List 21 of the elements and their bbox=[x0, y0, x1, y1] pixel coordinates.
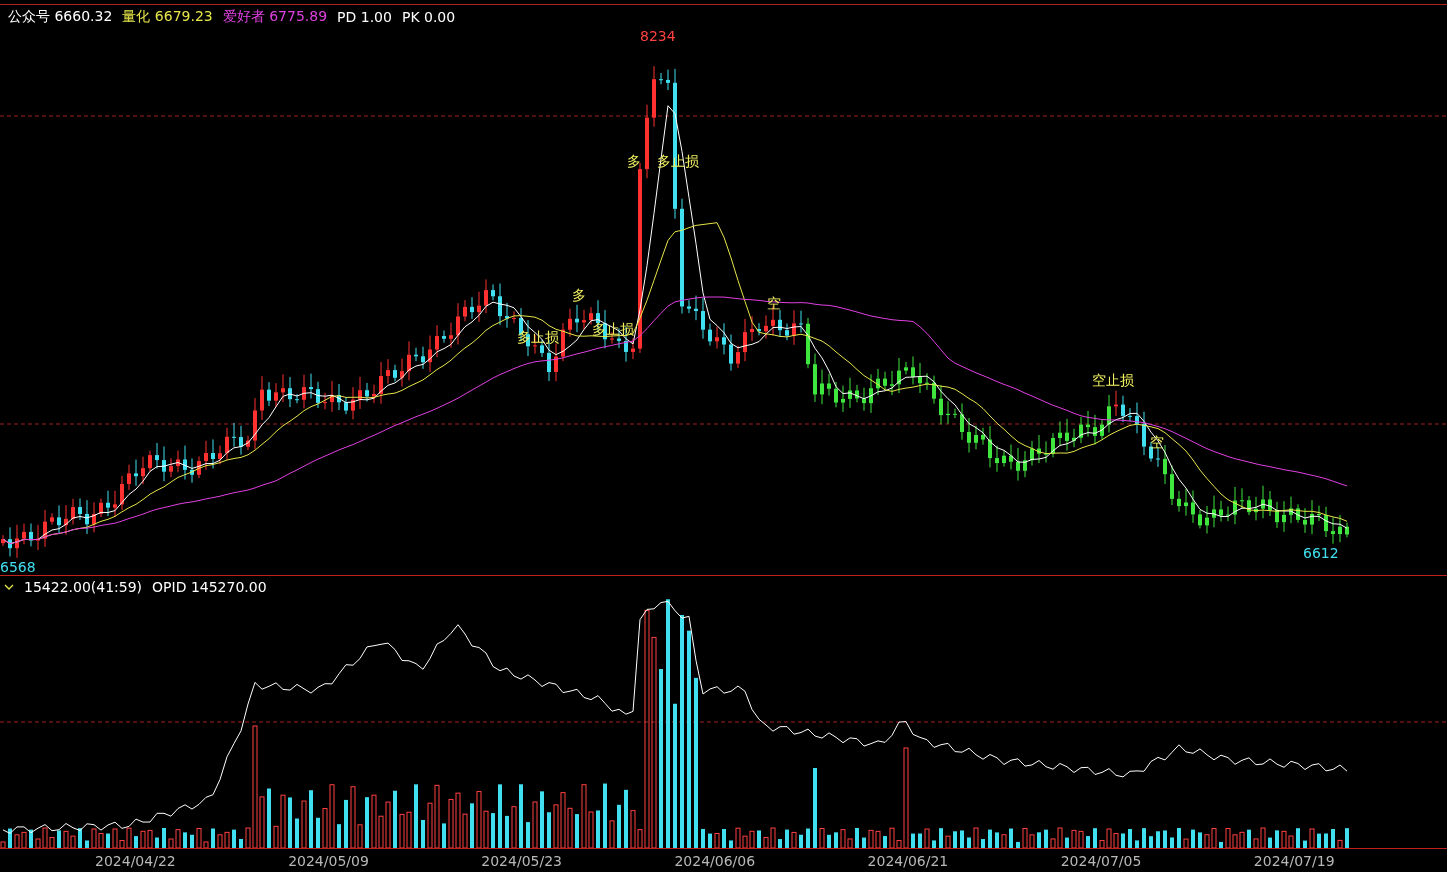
date-label: 2024/07/19 bbox=[1253, 852, 1336, 869]
signal-label: 多 bbox=[572, 288, 586, 302]
low-price-label: 6568 bbox=[0, 560, 36, 574]
signal-label: 多 bbox=[627, 154, 641, 168]
date-label: 2024/07/05 bbox=[1060, 852, 1143, 869]
indicator-reading: 15422.00(41:59) bbox=[24, 579, 143, 595]
indicator-value: 爱好者 6775.89 bbox=[222, 7, 328, 26]
signal-label: 空 bbox=[1150, 435, 1164, 449]
indicator-reading: OPID 145270.00 bbox=[152, 579, 267, 595]
signal-label: 空止损 bbox=[1092, 373, 1134, 387]
low-price-label: 6612 bbox=[1303, 546, 1339, 560]
indicator-value: PK 0.00 bbox=[401, 8, 456, 25]
date-label: 2024/06/21 bbox=[867, 852, 950, 869]
date-label: 2024/05/23 bbox=[481, 852, 563, 869]
indicator-value: 公众号 6660.32 bbox=[8, 7, 113, 26]
date-label: 2024/05/09 bbox=[288, 852, 370, 869]
date-label: 2024/04/22 bbox=[95, 852, 177, 869]
date-label: 2024/06/06 bbox=[674, 852, 757, 869]
high-price-label: 8234 bbox=[640, 29, 676, 43]
indicator-value: 量化 6679.23 bbox=[122, 7, 213, 26]
indicator-value: PD 1.00 bbox=[337, 8, 392, 25]
